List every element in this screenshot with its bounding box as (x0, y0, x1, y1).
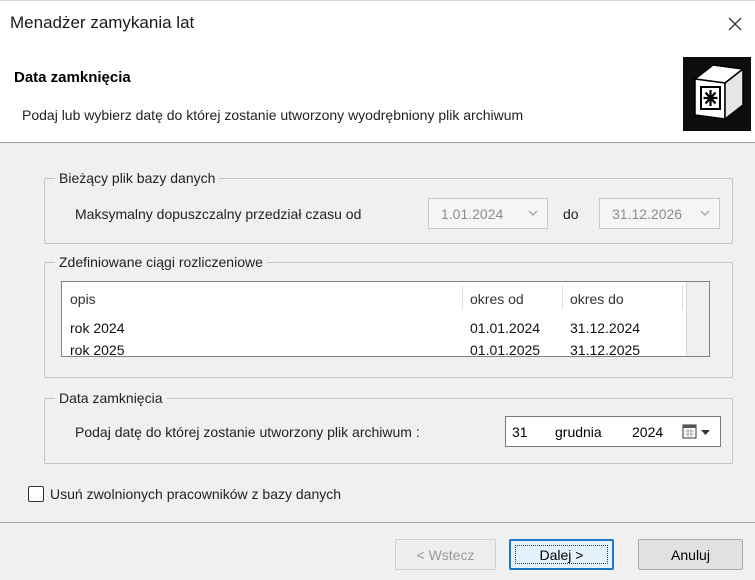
archive-lock-icon (683, 57, 751, 131)
range-to-value: 31.12.2026 (612, 206, 683, 222)
list-scrollbar[interactable] (686, 282, 709, 356)
period-start: 01.01.2024 (470, 320, 541, 336)
window-title: Menadżer zamykania lat (10, 13, 195, 32)
list-item[interactable]: rok 2025 01.01.2025 31.12.2025 (62, 340, 682, 357)
range-to-select[interactable]: 31.12.2026 (599, 198, 720, 229)
next-button[interactable]: Dalej > (509, 539, 614, 570)
calendar-dropdown-icon[interactable] (680, 422, 716, 442)
period-start: 01.01.2025 (470, 342, 541, 357)
page-title: Data zamknięcia (14, 69, 131, 86)
list-header: opis okres od okres do (62, 282, 683, 314)
column-header-okres-od[interactable]: okres od (462, 282, 562, 314)
range-from-select[interactable]: 1.01.2024 (428, 198, 548, 229)
column-header-okres-do[interactable]: okres do (562, 282, 682, 314)
back-button[interactable]: < Wstecz (395, 539, 496, 570)
dialog-window: Menadżer zamykania lat Data zamknięcia P… (0, 0, 755, 580)
cancel-button-label: Anuluj (671, 546, 710, 563)
close-button[interactable] (715, 1, 755, 47)
period-end: 31.12.2025 (570, 342, 641, 357)
allowed-range-label: Maksymalny dopuszczalny przedział czasu … (75, 206, 362, 222)
closing-date-picker[interactable]: 31 grudnia 2024 (505, 416, 721, 447)
footer-divider (0, 522, 755, 523)
range-to-label: do (563, 206, 579, 222)
column-header-opis[interactable]: opis (62, 282, 462, 314)
page-description: Podaj lub wybierz datę do której zostani… (22, 107, 524, 123)
remove-fired-checkbox[interactable] (28, 486, 44, 502)
date-day[interactable]: 31 (512, 424, 528, 440)
remove-fired-label[interactable]: Usuń zwolnionych pracowników z bazy dany… (50, 486, 341, 502)
range-from-value: 1.01.2024 (441, 206, 504, 222)
wizard-header: Data zamknięcia Podaj lub wybierz datę d… (0, 46, 755, 143)
close-icon (728, 17, 742, 31)
chevron-down-icon (528, 210, 538, 216)
closing-date-label: Podaj datę do której zostanie utworzony … (75, 424, 420, 440)
period-name: rok 2024 (70, 320, 125, 336)
list-item[interactable]: rok 2024 01.01.2024 31.12.2024 (62, 318, 682, 340)
title-bar: Menadżer zamykania lat (0, 0, 755, 47)
period-name: rok 2025 (70, 342, 125, 357)
chevron-down-icon (700, 210, 710, 216)
periods-legend: Zdefiniowane ciągi rozliczeniowe (59, 254, 263, 270)
date-month[interactable]: grudnia (555, 424, 602, 440)
cancel-button[interactable]: Anuluj (638, 539, 743, 570)
closing-date-legend: Data zamknięcia (59, 390, 163, 406)
periods-list[interactable]: opis okres od okres do rok 2024 01.01.20… (61, 281, 710, 357)
period-end: 31.12.2024 (570, 320, 641, 336)
back-button-label: < Wstecz (416, 546, 475, 563)
date-year[interactable]: 2024 (632, 424, 663, 440)
current-db-legend: Bieżący plik bazy danych (59, 170, 216, 186)
